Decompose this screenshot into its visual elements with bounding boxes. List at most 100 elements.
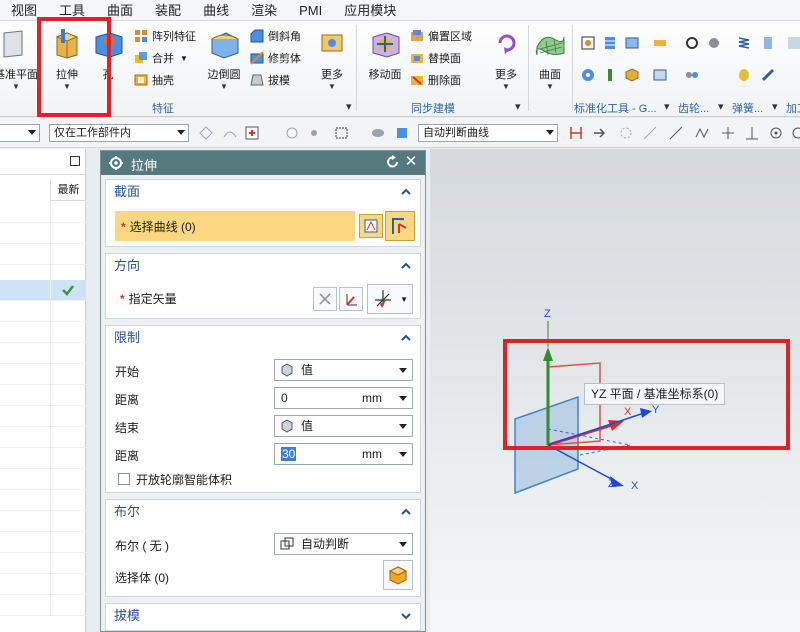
spring4-icon[interactable] [760,67,776,83]
snap-center-icon[interactable] [768,125,784,141]
chamfer-button[interactable]: 倒斜角 [250,26,301,46]
part-select-icon[interactable] [370,125,386,141]
library-icon[interactable] [652,67,668,83]
limits-header[interactable]: 限制 [106,326,420,350]
surface-button[interactable]: 曲面 ▼ [528,25,572,92]
chevron-up-icon[interactable] [400,260,412,272]
menu-assembly[interactable]: 装配 [144,0,192,21]
open-profile-checkbox[interactable] [118,473,130,485]
standard-part-icon[interactable] [580,35,596,51]
list-item-selected[interactable] [0,280,86,301]
snap-grid-icon[interactable] [618,125,634,141]
dialog-title-bar[interactable]: 拉伸 ✕ [101,151,425,175]
draft-button[interactable]: 拔模 [250,70,290,90]
list-item[interactable] [0,244,86,265]
list-item[interactable] [0,448,86,469]
list-item[interactable] [0,322,86,343]
list-item[interactable] [0,511,86,532]
group-feature-expand-icon[interactable]: ▾ [346,100,352,113]
gear-mesh-icon[interactable] [684,67,700,83]
reset-icon[interactable] [385,154,401,170]
draft-header[interactable]: 拔模 [106,604,420,628]
datum-plane-button[interactable]: 基准平面 ▼ [0,25,38,92]
boolean-header[interactable]: 布尔 [106,500,420,524]
list-item[interactable] [0,427,86,448]
snap-perp-icon[interactable] [744,125,760,141]
snap-endpoint-icon[interactable] [568,125,584,141]
select-curve-row[interactable]: * 选择曲线 (0) [115,211,355,241]
spring2-icon[interactable] [760,35,776,51]
edge-blend-button[interactable]: 边倒圆 ▼ [202,25,246,92]
selection-scope-dropdown[interactable]: 仅在工作部件内 [49,124,189,142]
gear-part-icon[interactable] [580,67,596,83]
sketch-section-button[interactable] [359,214,383,238]
end-type-dropdown[interactable]: 值 [274,415,413,437]
group-sync-expand-icon[interactable]: ▾ [515,100,521,113]
close-icon[interactable]: ✕ [403,153,419,171]
menu-render[interactable]: 渲染 [240,0,288,21]
hole-button[interactable]: 孔 [86,25,130,82]
group-gear-expand-icon[interactable]: ▾ [718,100,724,113]
offset-region-button[interactable]: 偏置区域 [410,26,472,46]
maximize-icon[interactable] [70,156,80,166]
start-type-dropdown[interactable]: 值 [274,359,413,381]
curve-rule-dropdown[interactable]: 自动判断曲线 [418,124,558,142]
chevron-up-icon[interactable] [400,186,412,198]
menu-applications[interactable]: 应用模块 [333,0,407,21]
gear-tool2-icon[interactable] [706,35,722,51]
unite-button[interactable]: 合并 ▼ [134,48,188,68]
curve-select-button[interactable] [385,211,415,241]
pattern-feature-button[interactable]: 阵列特征 [134,26,196,46]
replace-face-button[interactable]: 替换面 [410,48,461,68]
list-item[interactable] [0,343,86,364]
list-item[interactable] [0,406,86,427]
list-item[interactable] [0,574,86,595]
chevron-up-icon[interactable] [400,506,412,518]
menu-tools[interactable]: 工具 [48,0,96,21]
direction-header[interactable]: 方向 [106,254,420,278]
start-distance-input[interactable]: 0 mm [274,387,413,409]
select-body-button[interactable] [383,560,413,590]
select-filter-icon[interactable] [244,125,260,141]
shell-button[interactable]: 抽壳 [134,70,174,90]
snap-intersection-icon[interactable] [720,125,736,141]
menu-surface[interactable]: 曲面 [96,0,144,21]
snap-tangent-icon[interactable] [668,125,684,141]
trim-body-button[interactable]: 修剪体 [250,48,301,68]
reverse-direction-button[interactable] [313,287,337,311]
list-item[interactable] [0,223,86,244]
snap-quadrant-icon[interactable] [694,125,710,141]
list-item[interactable] [0,385,86,406]
machining-icon[interactable] [786,35,800,51]
rect-select-icon[interactable] [334,125,350,141]
snap-arrow-icon[interactable] [592,125,608,141]
pin-icon[interactable] [602,67,618,83]
boolean-dropdown[interactable]: 自动判断 [274,533,413,555]
nut-icon[interactable] [624,67,640,83]
more-features-button[interactable]: 更多 ▼ [310,25,354,92]
weld-icon[interactable] [652,35,668,51]
gear-icon[interactable] [108,155,124,171]
extrude-button[interactable]: 拉伸 ▼ [45,25,89,92]
section-header[interactable]: 截面 [106,180,420,204]
snap-curve-icon[interactable] [222,125,238,141]
vector-dialog-button[interactable] [339,287,363,311]
graphics-viewport[interactable]: Z X Y Z X YZ 平面 / 基准坐标系(0) [430,149,800,632]
spring3-icon[interactable] [736,67,752,83]
chevron-up-icon[interactable] [400,332,412,344]
snap-more-icon[interactable] [790,125,800,141]
end-distance-input[interactable]: 30 mm [274,443,413,465]
list-item[interactable] [0,490,86,511]
gear-tool-icon[interactable] [684,35,700,51]
list-item[interactable] [0,595,86,616]
vector-type-dropdown[interactable]: ▼ [367,284,413,314]
list-item[interactable] [0,469,86,490]
group-std-expand-icon[interactable]: ▾ [664,100,670,113]
delete-face-button[interactable]: 删除面 [410,70,461,90]
list-item[interactable] [0,202,86,223]
list-item[interactable] [0,301,86,322]
list-item[interactable] [0,532,86,553]
type-filter-dropdown[interactable] [0,124,40,142]
snap-arc-icon[interactable] [284,125,300,141]
group-spring-expand-icon[interactable]: ▾ [772,100,778,113]
